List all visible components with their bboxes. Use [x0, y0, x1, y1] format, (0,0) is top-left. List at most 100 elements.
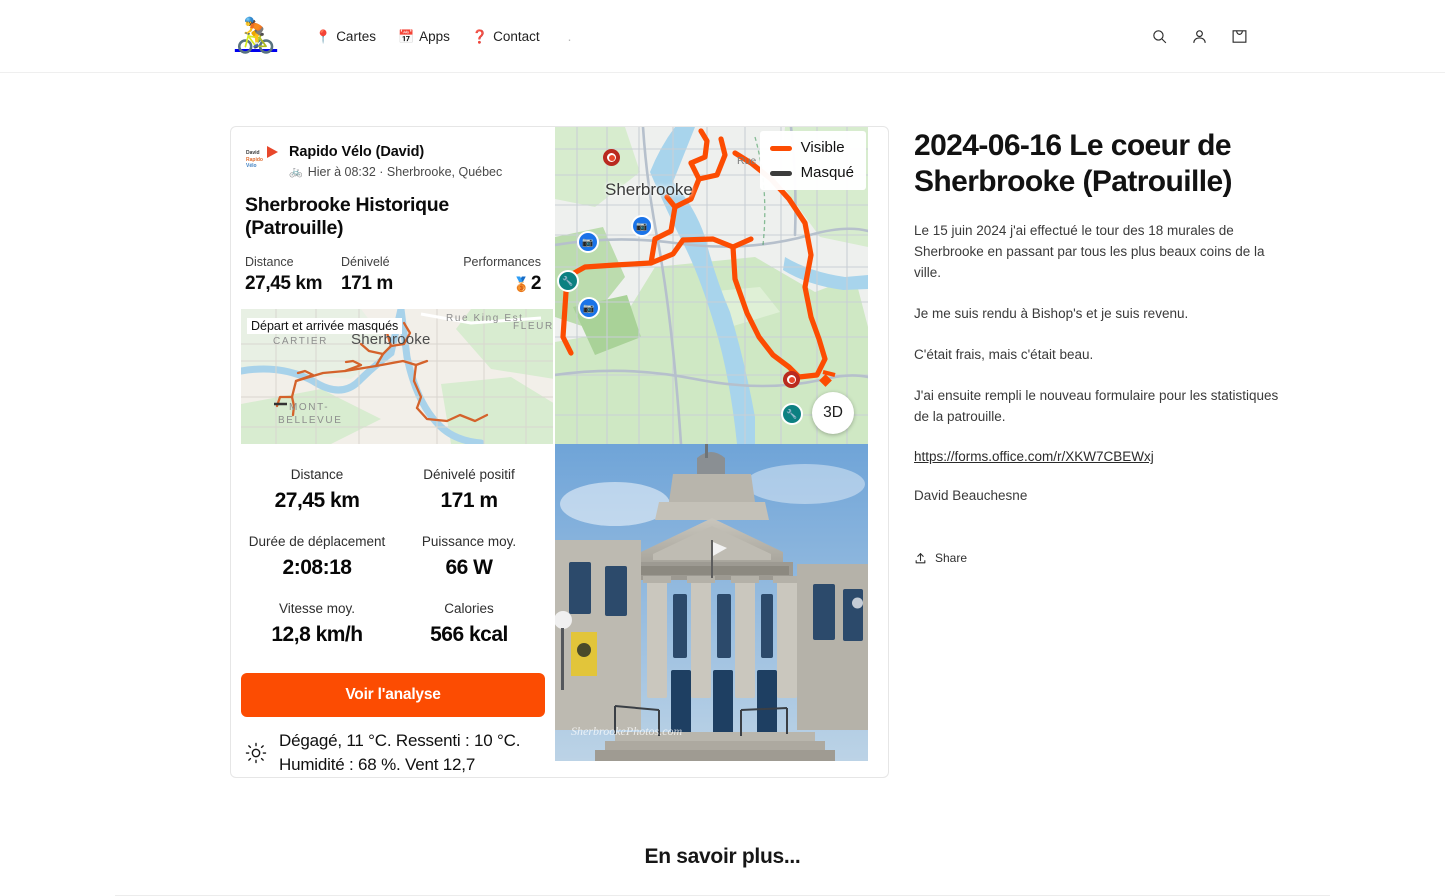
main-nav: 📍 Cartes 📅 Apps ❓ Contact . — [315, 29, 571, 44]
cyclist-emoji-icon: 🚴 — [235, 19, 277, 53]
stat-elevation-gain: Dénivelé positif 171 m — [393, 460, 545, 527]
cart-icon[interactable] — [1228, 25, 1250, 47]
stat-value: 66 W — [395, 554, 543, 582]
stat-average-power: Puissance moy. 66 W — [393, 527, 545, 594]
account-icon[interactable] — [1188, 25, 1210, 47]
share-label: Share — [935, 551, 967, 565]
activity-photo[interactable]: SherbrookePhotos.com — [555, 444, 868, 761]
page-body: David Rapido Vélo Rapido Vélo (David) 🚲 … — [0, 73, 1445, 778]
map-marker-camera[interactable]: 📷 — [579, 233, 597, 251]
avatar-line-3: Vélo — [246, 163, 279, 170]
mini-stat-label: Distance — [245, 254, 341, 270]
activity-mini-stats: Distance 27,45 km Dénivelé 171 m Perform… — [231, 240, 555, 309]
legend-swatch-masked — [770, 171, 792, 176]
activity-mini-map[interactable]: Départ et arrivée masqués Rue King Est F… — [241, 309, 553, 444]
activity-meta-row: 🚲 Hier à 08:32 · Sherbrooke, Québec — [289, 164, 502, 180]
nav-label-contact: Contact — [493, 29, 540, 44]
view-analysis-button[interactable]: Voir l'analyse — [241, 673, 545, 717]
activity-card: David Rapido Vélo Rapido Vélo (David) 🚲 … — [230, 126, 889, 778]
form-link[interactable]: https://forms.office.com/r/XKW7CBEWxj — [914, 449, 1154, 464]
map-marker-finish[interactable] — [783, 371, 800, 388]
header-icon-group — [1148, 25, 1250, 47]
legend-swatch-visible — [770, 146, 792, 151]
map-marker-camera[interactable]: 📷 — [633, 217, 651, 235]
map-legend: Visible Masqué — [760, 131, 866, 190]
question-icon: ❓ — [472, 30, 488, 43]
map-marker-camera[interactable]: 📷 — [580, 299, 598, 317]
stat-value: 566 kcal — [395, 621, 543, 649]
mini-stat-distance: Distance 27,45 km — [245, 254, 341, 296]
nav-item-apps[interactable]: 📅 Apps — [398, 29, 450, 44]
more-section: En savoir plus... — [0, 845, 1445, 896]
article-signature: David Beauchesne — [914, 488, 1289, 503]
mini-stat-performances: Performances 🥉 2 — [463, 254, 541, 296]
athlete-meta: Rapido Vélo (David) 🚲 Hier à 08:32 · She… — [289, 143, 502, 180]
stat-value: 12,8 km/h — [243, 621, 391, 649]
mini-map-label-cartier: CARTIER — [273, 336, 328, 347]
stat-label: Distance — [243, 466, 391, 484]
mini-map-privacy-badge: Départ et arrivée masqués — [247, 318, 402, 334]
stat-moving-time: Durée de déplacement 2:08:18 — [241, 527, 393, 594]
stat-value: 171 m — [395, 487, 543, 515]
mini-stat-value: 171 m — [341, 272, 456, 296]
photo-illustration — [555, 444, 868, 761]
nav-item-cartes[interactable]: 📍 Cartes — [315, 29, 376, 44]
mini-stat-label: Performances — [463, 254, 541, 270]
stat-value: 2:08:18 — [243, 554, 391, 582]
stat-value: 27,45 km — [243, 487, 391, 515]
weather-row: Dégagé, 11 °C. Ressenti : 10 °C. Humidit… — [231, 717, 555, 777]
search-icon[interactable] — [1148, 25, 1170, 47]
calendar-icon: 📅 — [398, 30, 414, 43]
article-paragraph: Le 15 juin 2024 j'ai effectué le tour de… — [914, 220, 1289, 283]
mini-stat-label: Dénivelé — [341, 254, 456, 270]
mini-stat-value: 🥉 2 — [463, 272, 541, 296]
performances-count: 2 — [531, 272, 541, 296]
mini-stat-value: 27,45 km — [245, 272, 341, 296]
map-marker-start[interactable] — [603, 149, 620, 166]
legend-row-visible: Visible — [770, 138, 854, 158]
activity-card-right-column: Sherbrooke Rue 📷 📷 📷 🔧 🔧 Visible — [555, 127, 868, 777]
map-marker-wrench[interactable]: 🔧 — [783, 405, 801, 423]
nav-item-contact[interactable]: ❓ Contact — [472, 29, 540, 44]
legend-label-masked: Masqué — [801, 163, 854, 183]
mini-map-label-bellevue: BELLEVUE — [278, 415, 343, 426]
share-button[interactable]: Share — [914, 551, 1289, 565]
nav-trailing-dot: . — [568, 29, 572, 44]
share-icon — [914, 552, 927, 565]
map-label-street: Rue — [737, 155, 756, 167]
athlete-row: David Rapido Vélo Rapido Vélo (David) 🚲 … — [231, 127, 555, 180]
article-paragraph: Je me suis rendu à Bishop's et je suis r… — [914, 303, 1289, 324]
mini-map-label-mont: MONT- — [289, 402, 329, 413]
activity-title[interactable]: Sherbrooke Historique (Patrouille) — [231, 180, 555, 240]
mini-map-label-street: Rue King Est — [446, 313, 524, 324]
nav-label-cartes: Cartes — [336, 29, 376, 44]
activity-card-left-column: David Rapido Vélo Rapido Vélo (David) 🚲 … — [231, 127, 555, 777]
bicycle-icon: 🚲 — [289, 164, 303, 180]
athlete-name[interactable]: Rapido Vélo (David) — [289, 143, 502, 161]
stat-label: Calories — [395, 600, 543, 618]
activity-stats-grid: Distance 27,45 km Dénivelé positif 171 m… — [231, 444, 555, 671]
map-marker-wrench[interactable]: 🔧 — [559, 272, 577, 290]
nav-label-apps: Apps — [419, 29, 450, 44]
medal-icon: 🥉 — [513, 272, 530, 296]
more-title: En savoir plus... — [0, 845, 1445, 869]
avatar[interactable]: David Rapido Vélo — [245, 143, 279, 177]
map-label-sherbrooke: Sherbrooke — [605, 180, 693, 200]
brand-logo[interactable]: 🚴 — [230, 14, 282, 58]
photo-next-button[interactable] — [852, 597, 863, 608]
activity-route-map[interactable]: Sherbrooke Rue 📷 📷 📷 🔧 🔧 Visible — [555, 127, 868, 444]
stat-calories: Calories 566 kcal — [393, 594, 545, 661]
arrow-icon — [267, 146, 278, 158]
site-header: 🚴 📍 Cartes 📅 Apps ❓ Contact . — [0, 0, 1445, 73]
stat-label: Vitesse moy. — [243, 600, 391, 618]
stat-label: Durée de déplacement — [243, 533, 391, 551]
legend-label-visible: Visible — [801, 138, 845, 158]
map-3d-toggle-button[interactable]: 3D — [812, 392, 854, 434]
sun-icon — [245, 742, 267, 764]
article-panel: 2024-06-16 Le coeur de Sherbrooke (Patro… — [914, 126, 1289, 565]
article-paragraph: C'était frais, mais c'était beau. — [914, 344, 1289, 365]
photo-watermark: SherbrookePhotos.com — [571, 724, 682, 739]
page-title: 2024-06-16 Le coeur de Sherbrooke (Patro… — [914, 128, 1289, 200]
article-paragraph: J'ai ensuite rempli le nouveau formulair… — [914, 385, 1289, 427]
weather-text: Dégagé, 11 °C. Ressenti : 10 °C. Humidit… — [279, 729, 543, 777]
